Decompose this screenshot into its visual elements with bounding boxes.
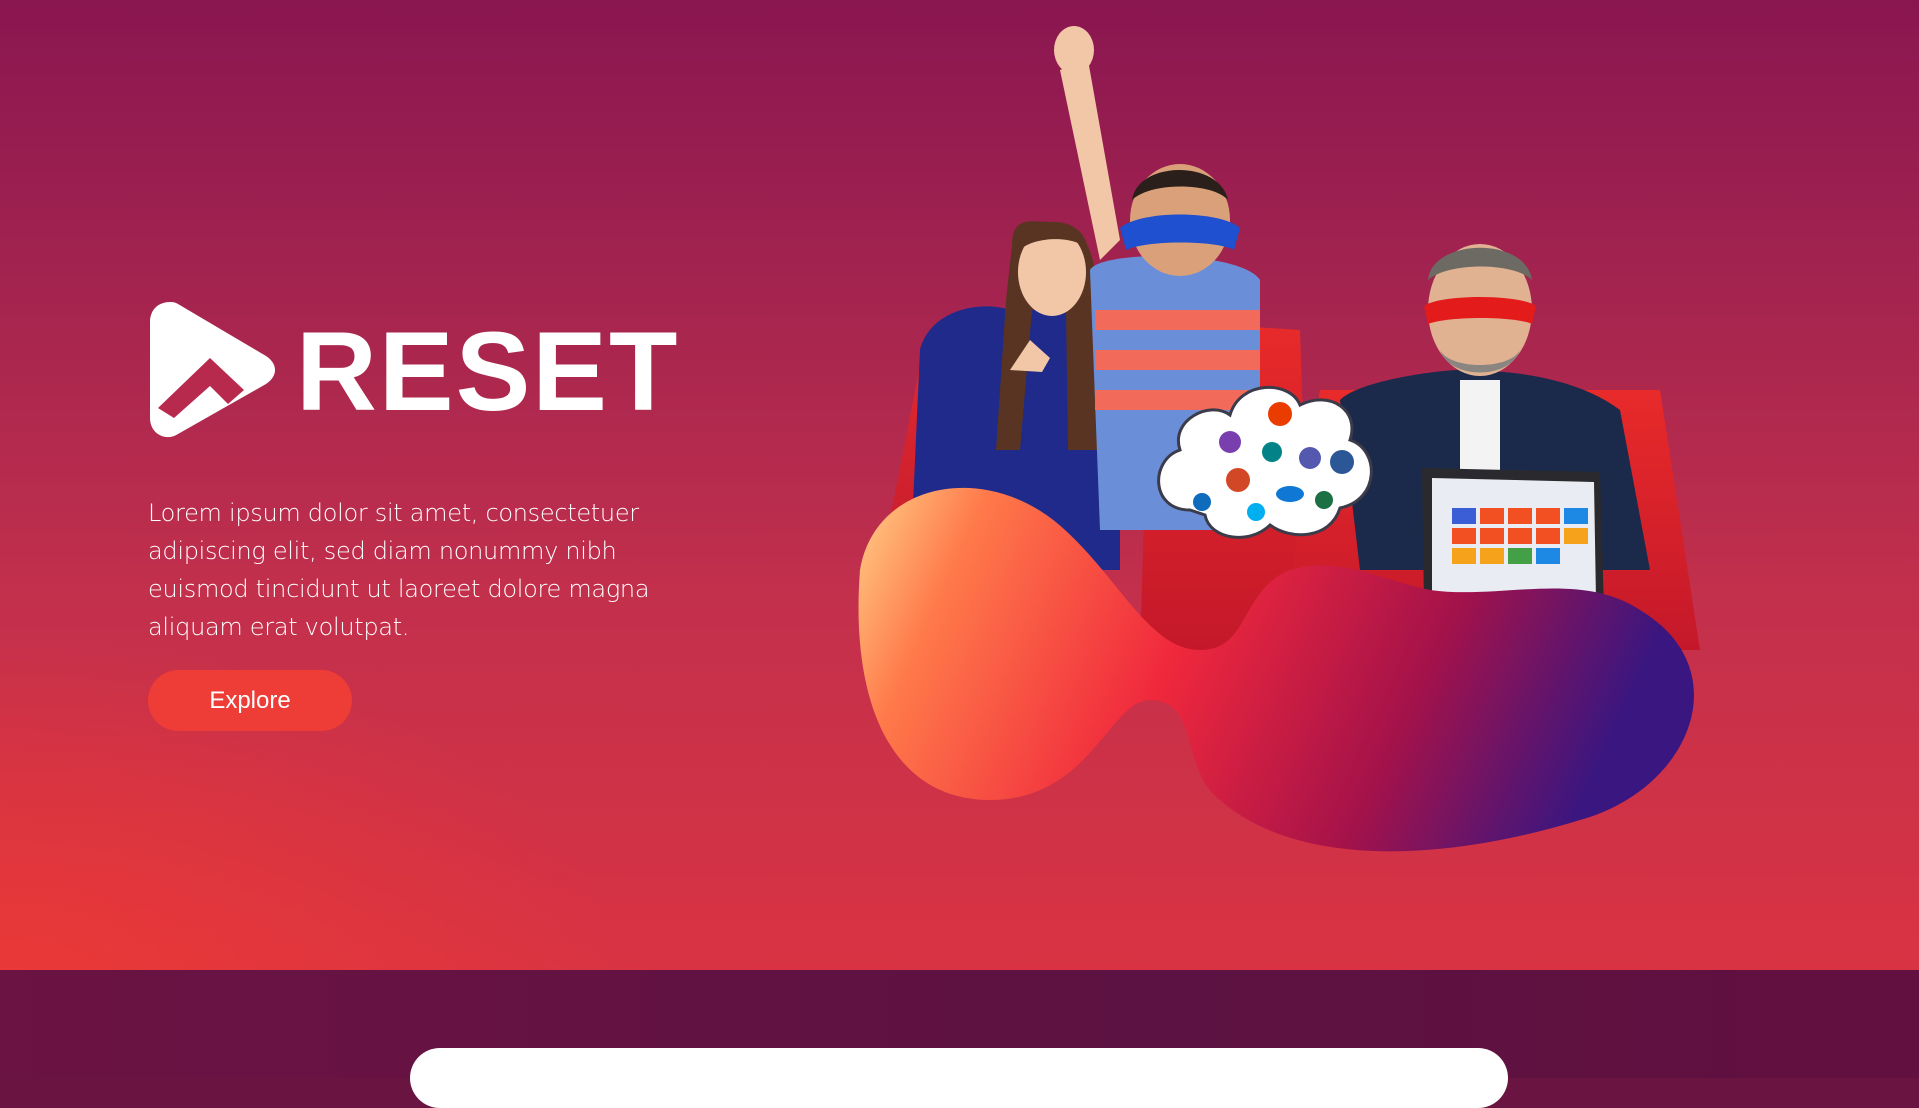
content-card — [410, 1048, 1508, 1108]
sharepoint-icon — [1262, 442, 1282, 462]
teams-icon — [1299, 447, 1321, 469]
hero-illustration — [858, 26, 1700, 852]
brand-logo[interactable]: RESET — [148, 300, 678, 440]
hero-description: Lorem ipsum dolor sit amet, consectetuer… — [148, 499, 650, 641]
excel-icon — [1315, 491, 1333, 509]
onenote-icon — [1219, 431, 1241, 453]
onedrive-icon — [1276, 486, 1304, 502]
word-icon — [1330, 450, 1354, 474]
outlook-icon — [1193, 493, 1211, 511]
skype-icon — [1247, 503, 1265, 521]
play-arrow-logo-icon — [150, 302, 275, 438]
gradient-wave — [858, 487, 1694, 852]
office-icon — [1268, 402, 1292, 426]
boy-figure — [1054, 26, 1310, 650]
office-apps-cloud — [1157, 385, 1373, 539]
explore-button[interactable]: Explore — [148, 670, 352, 731]
powerpoint-icon — [1226, 468, 1250, 492]
man-figure — [1280, 244, 1700, 650]
brand-wordmark: RESET — [296, 309, 680, 434]
hero-section: RESET Lorem ipsum dolor sit amet, consec… — [0, 0, 1919, 970]
laptop-image — [1408, 468, 1620, 626]
